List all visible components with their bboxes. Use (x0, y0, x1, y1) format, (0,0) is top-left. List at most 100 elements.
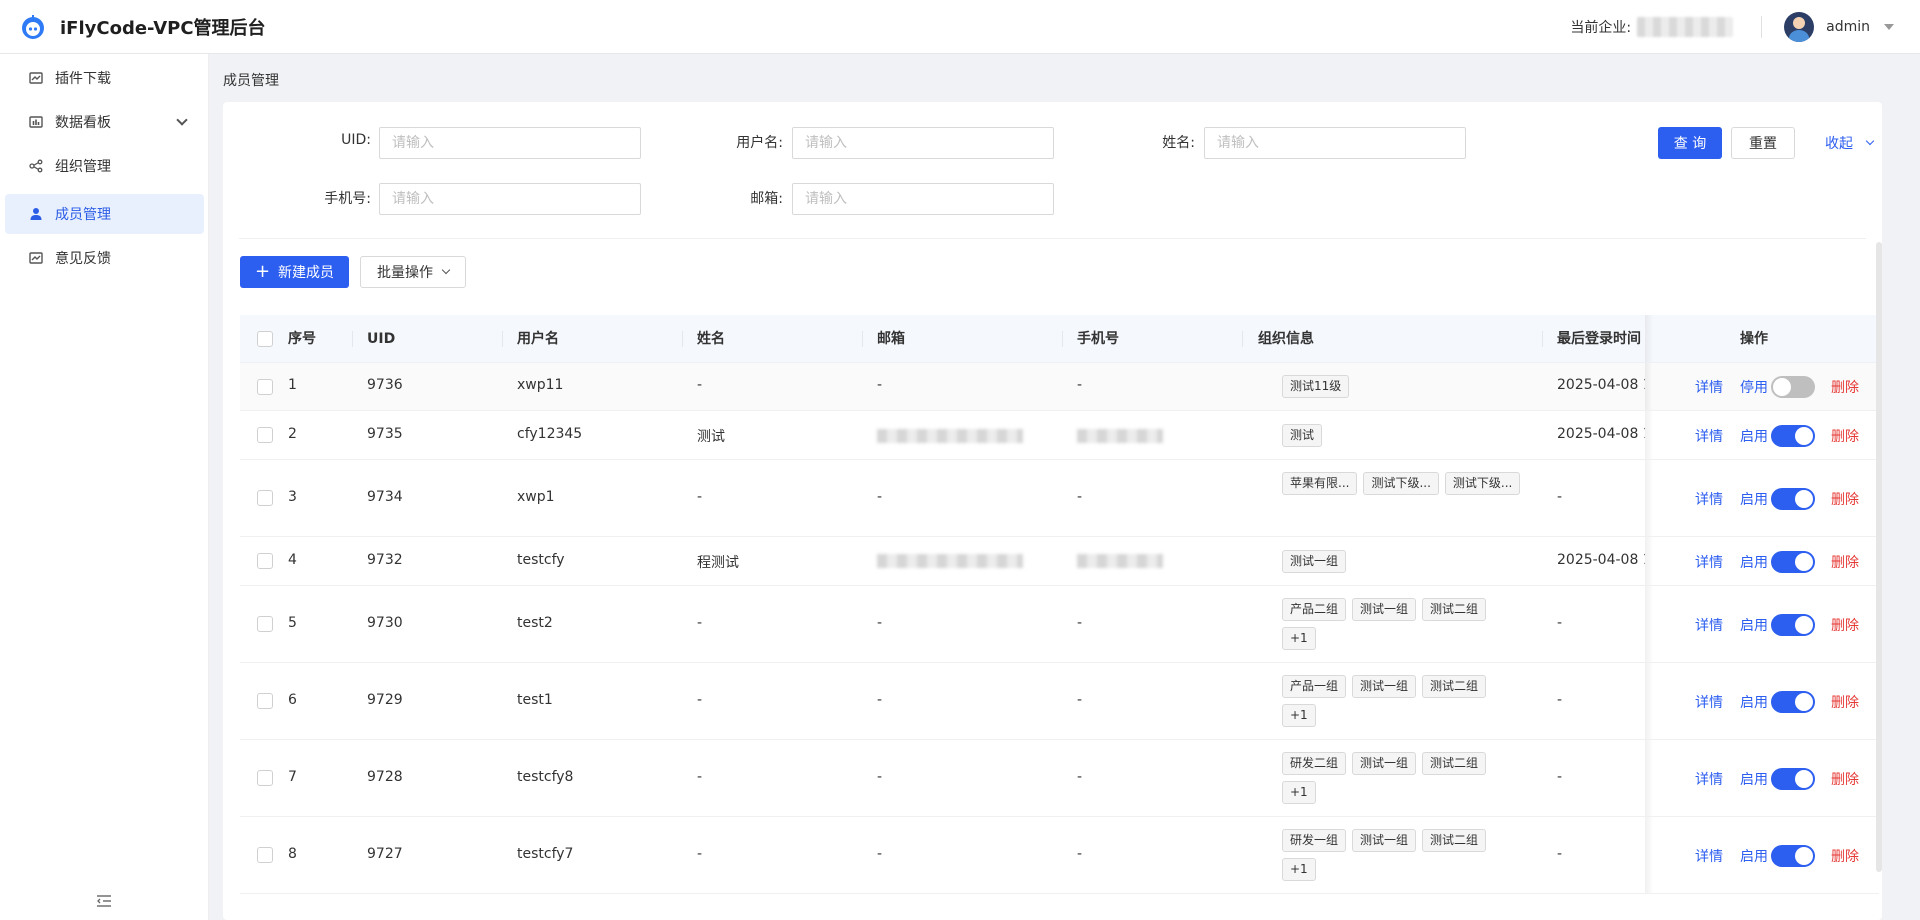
delete-link[interactable]: 删除 (1831, 426, 1859, 446)
row-checkbox[interactable] (257, 553, 273, 569)
detail-link[interactable]: 详情 (1695, 615, 1723, 635)
org-tag: 测试11级 (1282, 375, 1350, 398)
fixed-column-shadow (1645, 817, 1653, 893)
detail-link[interactable]: 详情 (1695, 426, 1723, 446)
detail-link[interactable]: 详情 (1695, 489, 1723, 509)
phone-input[interactable] (379, 183, 641, 215)
table-row: 6 9729 test1 - - - 产品一组 测试一组 测试二组 +1 - 详… (240, 663, 1879, 740)
new-member-button[interactable]: + 新建成员 (240, 256, 349, 288)
sidebar-item-org[interactable]: 组织管理 (5, 146, 204, 186)
reset-button[interactable]: 重置 (1731, 127, 1795, 159)
col-index: 序号 (288, 331, 316, 347)
sidebar-item-label: 成员管理 (55, 207, 111, 223)
enable-link[interactable]: 启用 (1740, 769, 1768, 789)
col-last-login: 最后登录时间 (1557, 331, 1641, 347)
status-toggle[interactable] (1771, 488, 1815, 510)
chevron-down-icon (1865, 136, 1875, 146)
select-all-checkbox[interactable] (257, 331, 273, 347)
user-menu-caret-icon[interactable] (1884, 24, 1894, 30)
cell-phone: - (1077, 692, 1083, 708)
status-toggle[interactable] (1771, 376, 1815, 398)
org-tag: 测试二组 (1422, 752, 1487, 775)
cell-last-login: 2025-04-08 14: (1557, 426, 1645, 442)
status-toggle[interactable] (1771, 845, 1815, 867)
sidebar-item-members[interactable]: 成员管理 (5, 194, 204, 234)
delete-link[interactable]: 删除 (1831, 846, 1859, 866)
cell-username: cfy12345 (517, 426, 583, 442)
cell-uid: 9736 (367, 377, 403, 393)
org-more-tag[interactable]: +1 (1282, 704, 1316, 727)
delete-link[interactable]: 删除 (1831, 615, 1859, 635)
col-divider (1242, 331, 1243, 347)
status-toggle[interactable] (1771, 551, 1815, 573)
top-header: iFlyCode-VPC管理后台 当前企业: admin (0, 0, 1920, 54)
enable-link[interactable]: 启用 (1740, 552, 1768, 572)
col-uid: UID (367, 331, 396, 347)
chevron-down-icon[interactable] (176, 114, 188, 126)
enable-link[interactable]: 启用 (1740, 426, 1768, 446)
org-tree-icon (29, 159, 43, 173)
org-tag: 研发二组 (1282, 752, 1347, 775)
row-checkbox[interactable] (257, 847, 273, 863)
cell-name: - (697, 615, 703, 631)
detail-link[interactable]: 详情 (1695, 552, 1723, 572)
row-checkbox[interactable] (257, 693, 273, 709)
org-tag: 产品一组 (1282, 675, 1347, 698)
row-checkbox[interactable] (257, 490, 273, 506)
enable-link[interactable]: 启用 (1740, 489, 1768, 509)
delete-link[interactable]: 删除 (1831, 377, 1859, 397)
cell-phone: - (1077, 615, 1083, 631)
detail-link[interactable]: 详情 (1695, 692, 1723, 712)
sidebar-item-label: 意见反馈 (55, 251, 111, 267)
delete-link[interactable]: 删除 (1831, 692, 1859, 712)
cell-last-login: - (1557, 846, 1563, 862)
table-row: 3 9734 xwp1 - - - 苹果有限... 测试下级... 测试下级..… (240, 460, 1879, 537)
status-toggle[interactable] (1771, 614, 1815, 636)
sidebar-item-label: 数据看板 (55, 115, 111, 131)
enable-link[interactable]: 启用 (1740, 692, 1768, 712)
email-input[interactable] (792, 183, 1054, 215)
fixed-column-shadow (1645, 740, 1653, 816)
delete-link[interactable]: 删除 (1831, 769, 1859, 789)
fixed-column-shadow (1645, 586, 1653, 662)
collapse-filters-link[interactable]: 收起 (1825, 133, 1875, 153)
row-checkbox[interactable] (257, 427, 273, 443)
query-button[interactable]: 查 询 (1658, 127, 1722, 159)
enable-link[interactable]: 启用 (1740, 846, 1768, 866)
phone-label: 手机号: (324, 191, 371, 207)
detail-link[interactable]: 详情 (1695, 377, 1723, 397)
cell-orgs: 测试一组 (1282, 550, 1522, 573)
disable-link[interactable]: 停用 (1740, 377, 1768, 397)
sidebar-item-feedback[interactable]: 意见反馈 (5, 238, 204, 278)
org-more-tag[interactable]: +1 (1282, 627, 1316, 650)
org-tag: 测试一组 (1352, 598, 1417, 621)
name-input[interactable] (1204, 127, 1466, 159)
uid-input[interactable] (379, 127, 641, 159)
batch-operations-button[interactable]: 批量操作 (360, 256, 466, 288)
status-toggle[interactable] (1771, 691, 1815, 713)
row-checkbox[interactable] (257, 379, 273, 395)
org-more-tag[interactable]: +1 (1282, 858, 1316, 881)
status-toggle[interactable] (1771, 425, 1815, 447)
cell-name: 测试 (697, 429, 725, 445)
username-input[interactable] (792, 127, 1054, 159)
enable-link[interactable]: 启用 (1740, 615, 1768, 635)
row-checkbox[interactable] (257, 616, 273, 632)
avatar[interactable] (1784, 12, 1815, 42)
enterprise-label: 当前企业: (1570, 20, 1632, 36)
user-name[interactable]: admin (1826, 19, 1870, 35)
sidebar-item-plugin-download[interactable]: 插件下载 (5, 58, 204, 98)
sidebar-collapse-icon[interactable] (96, 894, 112, 908)
delete-link[interactable]: 删除 (1831, 552, 1859, 572)
vertical-scrollbar[interactable] (1876, 242, 1882, 872)
detail-link[interactable]: 详情 (1695, 769, 1723, 789)
status-toggle[interactable] (1771, 768, 1815, 790)
cell-email: - (877, 846, 883, 862)
row-checkbox[interactable] (257, 770, 273, 786)
org-more-tag[interactable]: +1 (1282, 781, 1316, 804)
cell-phone: - (1077, 846, 1083, 862)
col-divider (682, 331, 683, 347)
delete-link[interactable]: 删除 (1831, 489, 1859, 509)
sidebar-item-dashboard[interactable]: 数据看板 (5, 102, 204, 142)
detail-link[interactable]: 详情 (1695, 846, 1723, 866)
